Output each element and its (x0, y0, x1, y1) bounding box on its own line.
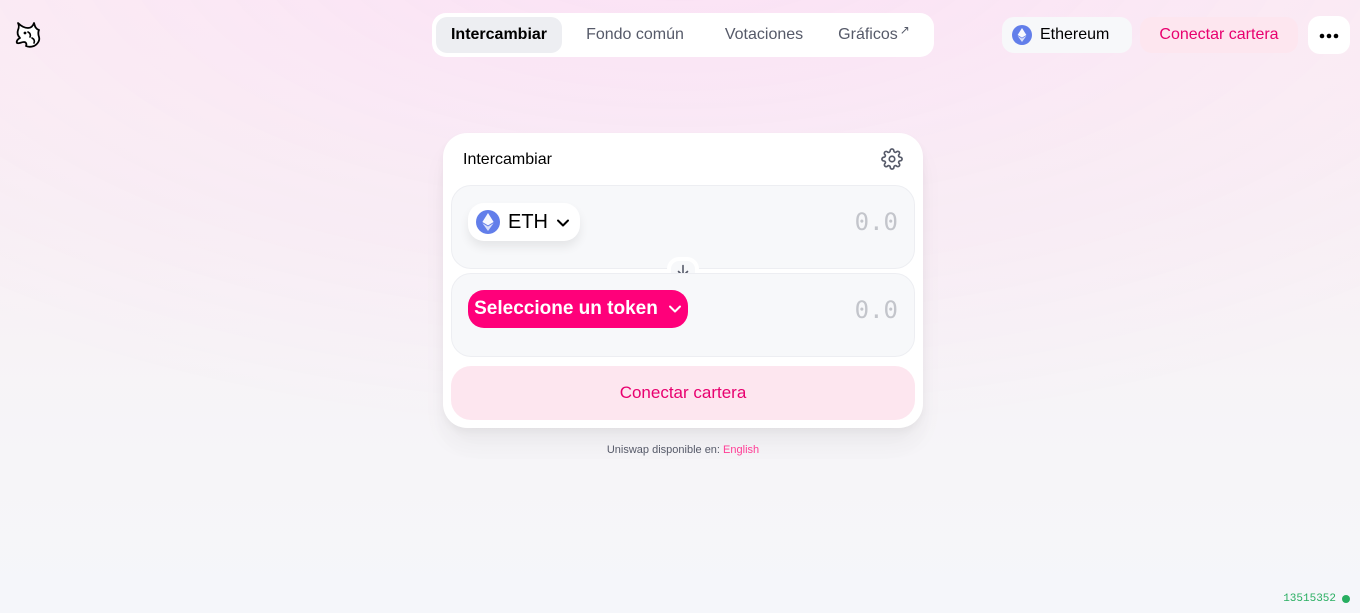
swap-card-title: Intercambiar (463, 151, 552, 168)
eth-token-icon (476, 210, 500, 234)
network-label: Ethereum (1040, 26, 1110, 43)
nav-tab-charts-label: Gráficos (838, 26, 898, 43)
uniswap-logo-icon[interactable] (14, 20, 42, 50)
connect-wallet-label: Conectar cartera (619, 383, 747, 402)
nav-tab-vote-label: Votaciones (724, 26, 804, 43)
external-link-icon: ↗ (899, 23, 910, 37)
gear-icon[interactable] (881, 148, 905, 172)
language-notice: Uniswap disponible en: English (0, 444, 1360, 456)
chevron-down-icon (668, 298, 682, 320)
block-number-indicator[interactable]: 13515352 (1283, 593, 1350, 605)
chevron-down-icon (556, 211, 570, 234)
nav-tab-swap[interactable]: Intercambiar (436, 17, 562, 53)
nav-tab-pool[interactable]: Fondo común (562, 17, 708, 53)
output-amount-field[interactable] (698, 294, 898, 326)
select-token-button[interactable]: Seleccione un token (468, 290, 688, 328)
input-token-selector[interactable]: ETH (468, 203, 580, 241)
output-token-panel: Seleccione un token (451, 273, 915, 357)
ellipsis-icon (1319, 26, 1339, 44)
nav-tab-charts[interactable]: Gráficos ↗ (820, 17, 928, 53)
block-number: 13515352 (1283, 593, 1336, 605)
nav-tab-pool-label: Fondo común (586, 26, 684, 43)
connect-wallet-button[interactable]: Conectar cartera (451, 366, 915, 420)
connect-wallet-header-button[interactable]: Conectar cartera (1140, 17, 1298, 53)
nav-tab-swap-label: Intercambiar (450, 26, 548, 43)
connect-wallet-header-label: Conectar cartera (1159, 26, 1279, 43)
more-menu-button[interactable] (1308, 16, 1350, 54)
select-token-label: Seleccione un token (474, 298, 658, 319)
swap-card: Intercambiar ETH Seleccion (443, 133, 923, 428)
status-dot-icon (1342, 595, 1350, 603)
nav-tab-vote[interactable]: Votaciones (708, 17, 820, 53)
input-amount-field[interactable] (698, 206, 898, 238)
network-selector[interactable]: Ethereum (1002, 17, 1132, 53)
input-token-symbol: ETH (508, 210, 548, 233)
main-nav: Intercambiar Fondo común Votaciones Gráf… (432, 13, 934, 57)
ethereum-icon (1012, 25, 1032, 45)
language-link-english[interactable]: English (723, 444, 759, 456)
language-notice-prefix: Uniswap disponible en: (606, 444, 724, 456)
